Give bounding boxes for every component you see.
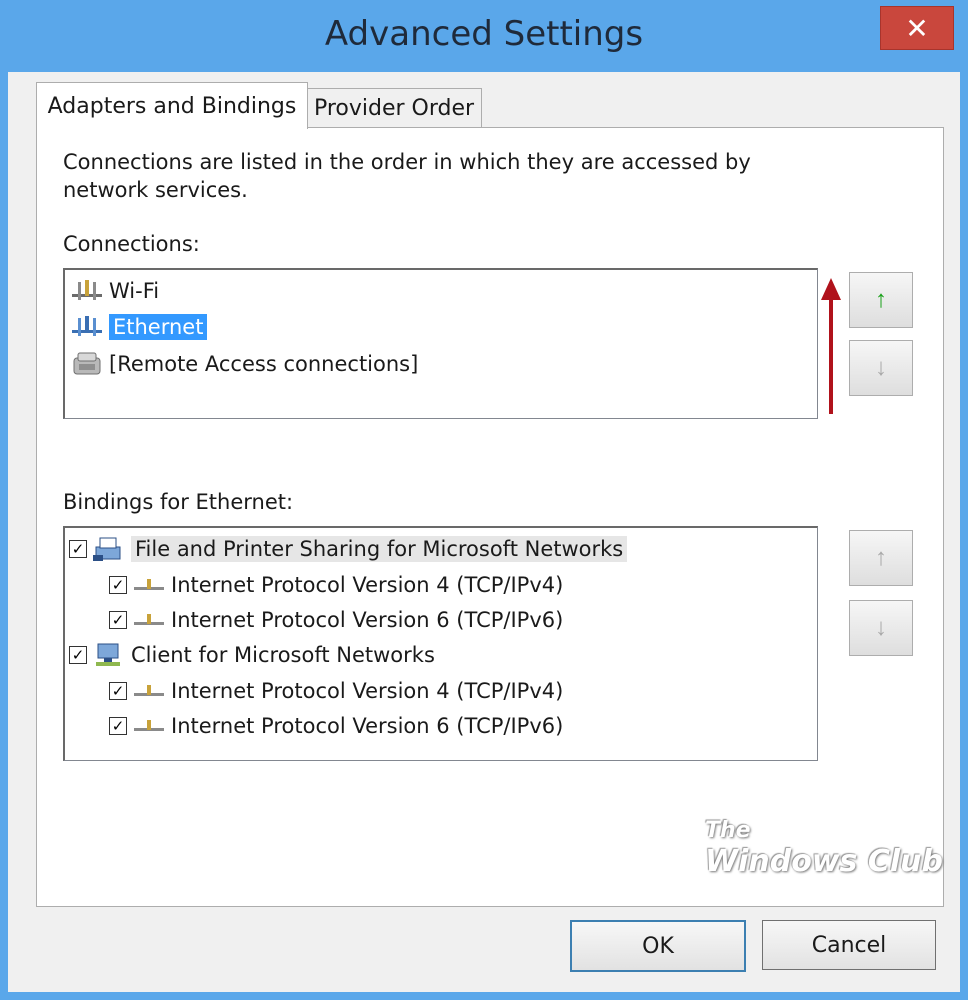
list-item-wifi[interactable]: Wi-Fi [69, 274, 159, 308]
checkbox[interactable]: ✓ [109, 576, 127, 594]
binding-move-down-button[interactable]: ↓ [849, 600, 913, 656]
binding-item[interactable]: ✓ Internet Protocol Version 6 (TCP/IPv6) [109, 603, 563, 637]
binding-item[interactable]: ✓ Client for Microsoft Networks [69, 638, 435, 672]
checkbox[interactable]: ✓ [69, 540, 87, 558]
list-item-ethernet[interactable]: Ethernet [69, 310, 208, 344]
protocol-icon [131, 571, 167, 599]
annotation-arrow [821, 278, 841, 414]
binding-label: Internet Protocol Version 6 (TCP/IPv6) [171, 714, 564, 738]
binding-label: Internet Protocol Version 4 (TCP/IPv4) [171, 573, 564, 597]
protocol-icon [131, 606, 167, 634]
protocol-icon [131, 677, 167, 705]
binding-item[interactable]: ✓ Internet Protocol Version 4 (TCP/IPv4) [109, 568, 563, 602]
binding-move-up-button[interactable]: ↑ [849, 530, 913, 586]
checkbox[interactable]: ✓ [109, 682, 127, 700]
network-adapter-icon [69, 313, 105, 341]
tab-panel: Connections are listed in the order in w… [36, 127, 944, 907]
cancel-button[interactable]: Cancel [762, 920, 936, 970]
arrow-up-icon: ↑ [875, 544, 887, 571]
network-adapter-icon [69, 277, 105, 305]
remote-access-icon [69, 350, 105, 378]
watermark-line1: The [705, 818, 751, 843]
advanced-settings-window: Advanced Settings ✕ Adapters and Binding… [0, 0, 968, 1000]
bindings-list[interactable]: ✓ File and Printer Sharing for Microsoft… [63, 526, 818, 761]
bindings-label: Bindings for Ethernet: [63, 490, 294, 514]
binding-label: Internet Protocol Version 4 (TCP/IPv4) [171, 679, 564, 703]
window-title: Advanced Settings [324, 14, 644, 54]
network-client-icon [91, 641, 127, 669]
ok-button[interactable]: OK [570, 920, 746, 972]
checkbox[interactable]: ✓ [109, 717, 127, 735]
connections-list[interactable]: Wi-Fi Ethernet [Remote Access connection… [63, 268, 818, 419]
list-item-remote-access[interactable]: [Remote Access connections] [69, 347, 418, 381]
dialog-client-area: Adapters and Bindings Provider Order Con… [8, 72, 960, 992]
binding-item[interactable]: ✓ Internet Protocol Version 4 (TCP/IPv4) [109, 674, 563, 708]
close-button[interactable]: ✕ [880, 6, 954, 50]
checkbox[interactable]: ✓ [69, 646, 87, 664]
binding-label: Client for Microsoft Networks [131, 643, 435, 667]
close-icon: ✕ [905, 12, 929, 44]
arrow-up-icon: ↑ [875, 286, 887, 313]
connection-move-down-button[interactable]: ↓ [849, 340, 913, 396]
connection-label: Wi-Fi [109, 279, 160, 303]
binding-label: Internet Protocol Version 6 (TCP/IPv6) [171, 608, 564, 632]
checkbox[interactable]: ✓ [109, 611, 127, 629]
title-bar: Advanced Settings ✕ [0, 0, 968, 72]
arrow-down-icon: ↓ [875, 614, 887, 641]
binding-item[interactable]: ✓ File and Printer Sharing for Microsoft… [69, 532, 628, 566]
file-printer-sharing-icon [91, 535, 127, 563]
binding-item[interactable]: ✓ Internet Protocol Version 6 (TCP/IPv6) [109, 709, 563, 743]
tab-adapters-and-bindings[interactable]: Adapters and Bindings [36, 82, 308, 129]
arrow-down-icon: ↓ [875, 354, 887, 381]
connections-label: Connections: [63, 232, 200, 256]
binding-label: File and Printer Sharing for Microsoft N… [131, 536, 628, 562]
protocol-icon [131, 712, 167, 740]
watermark-line2: Windows Club [705, 844, 943, 879]
connection-move-up-button[interactable]: ↑ [849, 272, 913, 328]
connection-label: [Remote Access connections] [109, 352, 419, 376]
tab-provider-order[interactable]: Provider Order [306, 88, 482, 127]
intro-text: Connections are listed in the order in w… [63, 150, 751, 202]
connection-label: Ethernet [109, 314, 208, 340]
